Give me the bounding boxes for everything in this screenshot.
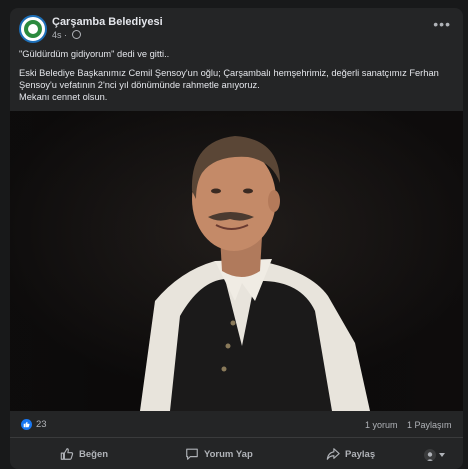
more-icon[interactable]: ••• [433,16,451,32]
reaction-count[interactable]: 23 [36,419,47,430]
post-header: Çarşamba Belediyesi 4s · ••• [10,8,463,46]
share-count[interactable]: 1 Paylaşım [407,420,452,430]
post-meta: 4s · [52,30,81,40]
post-card: Çarşamba Belediyesi 4s · ••• "Güldürdüm … [10,8,463,469]
like-reaction-icon[interactable] [21,419,32,430]
like-button[interactable]: Beğen [60,445,108,463]
post-paragraph: Mekanı cennet olsun. [19,92,108,102]
share-button[interactable]: Paylaş [326,445,375,463]
post-paragraph: Eski Belediye Başkanımız Cemil Şensoy'un… [19,68,439,90]
comment-icon [186,448,198,460]
comment-button-label: Yorum Yap [204,448,253,460]
post-text: "Güldürdüm gidiyorum" dedi ve gitti.. Es… [19,48,459,103]
portrait-image [10,111,463,411]
comment-count[interactable]: 1 yorum [365,420,398,430]
reaction-stats: 23 1 yorum 1 Paylaşım [10,411,463,438]
thumbs-up-icon [60,448,74,460]
comment-button[interactable]: Yorum Yap [185,445,253,463]
post-paragraph: "Güldürdüm gidiyorum" dedi ve gitti.. [19,49,170,59]
action-bar: Beğen Yorum Yap Paylaş [10,438,463,469]
post-time[interactable]: 4s [52,30,62,40]
globe-icon [71,30,81,39]
chevron-down-icon [439,453,445,457]
like-button-label: Beğen [79,448,109,460]
logo-center [28,24,38,34]
mini-avatar [424,449,436,461]
page-avatar[interactable] [19,15,47,43]
page-name-link[interactable]: Çarşamba Belediyesi [52,16,163,28]
share-button-label: Paylaş [345,448,376,460]
audience-selector-icon[interactable] [424,449,445,461]
share-icon [326,448,340,460]
post-photo[interactable] [10,111,463,411]
